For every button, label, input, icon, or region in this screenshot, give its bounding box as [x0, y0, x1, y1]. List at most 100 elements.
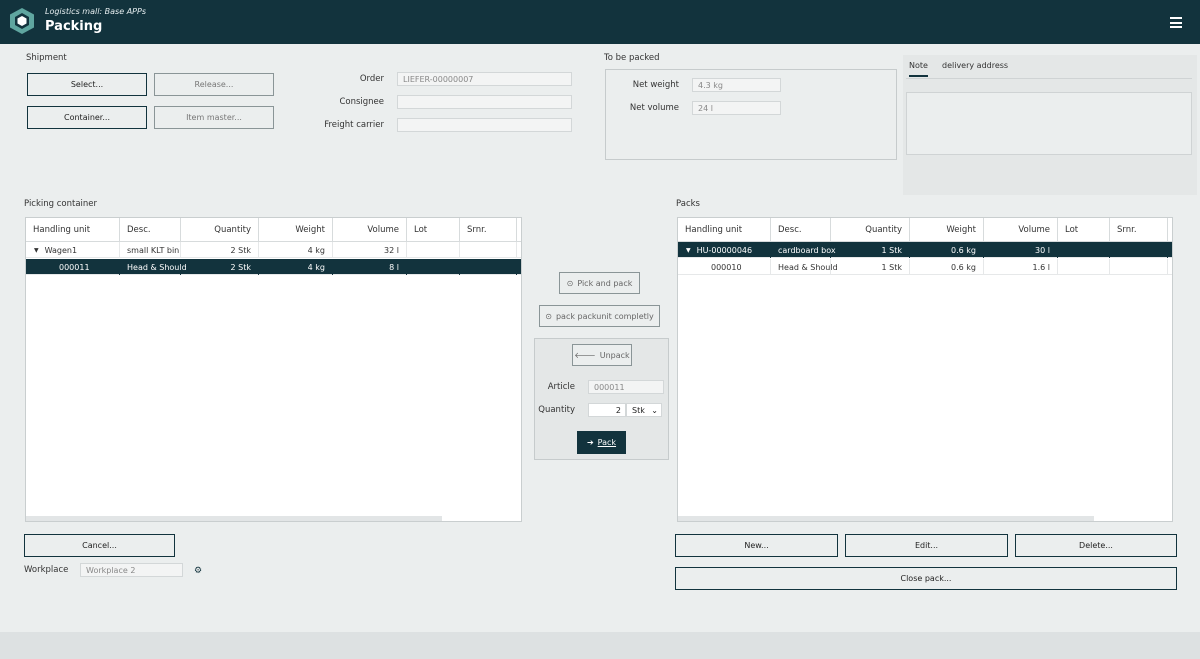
- weight-cell: 0.6 kg: [910, 259, 984, 275]
- packs-label: Packs: [676, 199, 700, 209]
- column-header[interactable]: Handling unit: [26, 218, 120, 242]
- quantity-cell: 2 Stk: [181, 259, 259, 275]
- edit-pack-button[interactable]: Edit...: [845, 534, 1008, 557]
- consignee-label: Consignee: [339, 97, 384, 107]
- item-master-button[interactable]: Item master...: [154, 106, 274, 129]
- srnr-cell: [460, 259, 517, 275]
- column-header[interactable]: Weight: [259, 218, 333, 242]
- quantity-label: Quantity: [538, 405, 575, 415]
- pack-button[interactable]: ➔ Pack: [577, 431, 626, 454]
- unpack-button[interactable]: 🡐 Unpack: [572, 344, 632, 366]
- column-header[interactable]: Desc.: [771, 218, 831, 242]
- handling-unit-cell: HU-00000046: [696, 245, 753, 255]
- tab-note[interactable]: Note: [909, 61, 928, 77]
- shipment-label: Shipment: [26, 53, 67, 63]
- table-row-selected[interactable]: 000011 Head & Should 2 Stk 4 kg 8 l: [26, 259, 521, 275]
- table-row-selected[interactable]: ▼ HU-00000046 cardboard box 1 Stk 0.6 kg…: [678, 242, 1172, 258]
- note-textarea[interactable]: [906, 92, 1192, 155]
- circle-arrow-icon: ⊙: [545, 311, 552, 321]
- column-header[interactable]: Quantity: [831, 218, 910, 242]
- column-header[interactable]: Volume: [984, 218, 1058, 242]
- quantity-cell: 2 Stk: [181, 242, 259, 258]
- column-header[interactable]: Quantity: [181, 218, 259, 242]
- order-label: Order: [359, 74, 384, 84]
- net-weight-field: 4.3 kg: [692, 78, 781, 92]
- order-field[interactable]: LIEFER-00000007: [397, 72, 572, 86]
- app-title: Packing: [45, 19, 103, 34]
- release-button[interactable]: Release...: [154, 73, 274, 96]
- tab-delivery-address[interactable]: delivery address: [942, 61, 1008, 70]
- handling-unit-cell: 000010: [678, 259, 771, 275]
- circle-arrow-icon: ⊙: [566, 278, 574, 288]
- arrow-left-icon: 🡐: [574, 351, 596, 360]
- table-header: Handling unit Desc. Quantity Weight Volu…: [26, 218, 521, 242]
- column-header[interactable]: Srnr.: [460, 218, 517, 242]
- cancel-button[interactable]: Cancel...: [24, 534, 175, 557]
- net-volume-label: Net volume: [629, 103, 679, 113]
- srnr-cell: [1110, 259, 1168, 275]
- tab-divider: [906, 78, 1192, 79]
- expand-arrow-icon[interactable]: ▼: [686, 247, 691, 254]
- table-row[interactable]: ▼ Wagen1 small KLT bin 2 Stk 4 kg 32 l: [26, 242, 521, 258]
- handling-unit-cell: 000011: [26, 259, 120, 275]
- pack-packunit-completely-button[interactable]: ⊙ pack packunit completly: [539, 305, 660, 327]
- app-header: Logistics mall: Base APPs Packing: [0, 0, 1200, 44]
- footer-bar: [0, 632, 1200, 659]
- pick-and-pack-button[interactable]: ⊙ Pick and pack: [559, 272, 640, 294]
- horizontal-scrollbar[interactable]: [678, 516, 1094, 521]
- desc-cell: cardboard box: [771, 242, 836, 258]
- srnr-cell: [460, 242, 517, 258]
- freight-carrier-field[interactable]: [397, 118, 572, 132]
- arrow-right-icon: ➔: [586, 438, 594, 447]
- weight-cell: 0.6 kg: [910, 242, 984, 258]
- picking-container-label: Picking container: [24, 199, 98, 209]
- table-row[interactable]: 000010 Head & Should 1 Stk 0.6 kg 1.6 l: [678, 259, 1172, 275]
- picking-container-table[interactable]: Handling unit Desc. Quantity Weight Volu…: [25, 217, 522, 522]
- lot-cell: [1058, 242, 1110, 258]
- article-label: Article: [547, 382, 575, 392]
- freight-carrier-label: Freight carrier: [324, 120, 384, 130]
- chevron-down-icon: ⌄: [651, 405, 658, 415]
- column-header[interactable]: Weight: [910, 218, 984, 242]
- volume-cell: 32 l: [333, 242, 407, 258]
- unit-select[interactable]: Stk ⌄: [626, 403, 662, 417]
- column-header[interactable]: Lot: [1058, 218, 1110, 242]
- column-header[interactable]: Volume: [333, 218, 407, 242]
- hamburger-menu-icon[interactable]: [1170, 17, 1182, 28]
- column-header[interactable]: Desc.: [120, 218, 181, 242]
- select-button[interactable]: Select...: [27, 73, 147, 96]
- quantity-cell: 1 Stk: [831, 242, 910, 258]
- volume-cell: 30 l: [984, 242, 1058, 258]
- article-field[interactable]: 000011: [588, 380, 664, 394]
- consignee-field[interactable]: [397, 95, 572, 109]
- lot-cell: [1058, 259, 1110, 275]
- container-button[interactable]: Container...: [27, 106, 147, 129]
- handling-unit-cell: Wagen1: [44, 245, 78, 255]
- weight-cell: 4 kg: [259, 242, 333, 258]
- column-header[interactable]: Handling unit: [678, 218, 771, 242]
- to-be-packed-label: To be packed: [604, 53, 660, 63]
- horizontal-scrollbar[interactable]: [26, 516, 442, 521]
- desc-cell: Head & Should: [771, 259, 838, 275]
- quantity-cell: 1 Stk: [831, 259, 910, 275]
- weight-cell: 4 kg: [259, 259, 333, 275]
- delete-pack-button[interactable]: Delete...: [1015, 534, 1177, 557]
- close-pack-button[interactable]: Close pack...: [675, 567, 1177, 590]
- srnr-cell: [1110, 242, 1168, 258]
- expand-arrow-icon[interactable]: ▼: [34, 247, 39, 254]
- packs-table[interactable]: Handling unit Desc. Quantity Weight Volu…: [677, 217, 1173, 522]
- lot-cell: [407, 242, 460, 258]
- column-header[interactable]: Srnr.: [1110, 218, 1168, 242]
- column-header[interactable]: Lot: [407, 218, 460, 242]
- workplace-field[interactable]: Workplace 2: [80, 563, 183, 577]
- volume-cell: 1.6 l: [984, 259, 1058, 275]
- workplace-label: Workplace: [24, 565, 69, 575]
- quantity-field[interactable]: 2: [588, 403, 626, 417]
- net-volume-field: 24 l: [692, 101, 781, 115]
- net-weight-label: Net weight: [632, 80, 679, 90]
- table-header: Handling unit Desc. Quantity Weight Volu…: [678, 218, 1172, 242]
- desc-cell: Head & Should: [120, 259, 187, 275]
- app-logo-icon: [10, 8, 34, 34]
- new-pack-button[interactable]: New...: [675, 534, 838, 557]
- gear-icon[interactable]: ⚙: [194, 566, 202, 576]
